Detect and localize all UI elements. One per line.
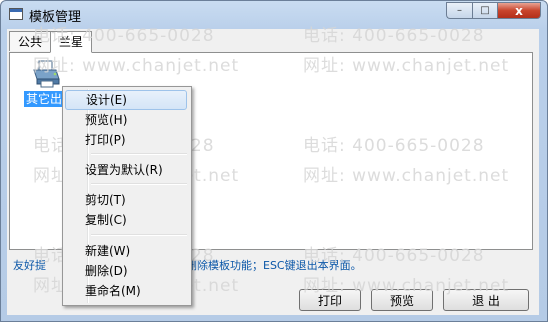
tab-strip: 公共 兰星 [9, 31, 93, 53]
title-bar[interactable]: 模板管理 – □ x [1, 1, 547, 29]
menu-item-set-default[interactable]: 设置为默认(R) [65, 160, 187, 180]
close-button[interactable]: x [497, 2, 541, 19]
maximize-button[interactable]: □ [472, 2, 497, 19]
menu-item-copy[interactable]: 复制(C) [65, 210, 187, 230]
preview-button[interactable]: 预览 [371, 289, 433, 311]
menu-separator [91, 153, 187, 155]
hint-text-left: 友好提 [13, 259, 46, 272]
menu-item-design[interactable]: 设计(E) [65, 90, 187, 110]
template-item-label[interactable]: 其它出 [24, 91, 65, 107]
tab-public[interactable]: 公共 [9, 31, 52, 51]
exit-button[interactable]: 退 出 [443, 289, 529, 311]
window-title: 模板管理 [29, 10, 82, 25]
menu-item-print[interactable]: 打印(P) [65, 130, 187, 150]
minimize-button[interactable]: – [446, 2, 472, 19]
window-controls: – □ x [446, 2, 541, 20]
menu-item-delete[interactable]: 删除(D) [65, 261, 187, 281]
menu-item-new[interactable]: 新建(W) [65, 241, 187, 261]
menu-separator [91, 183, 187, 185]
tab-lanxing[interactable]: 兰星 [50, 31, 93, 53]
print-button[interactable]: 打印 [299, 289, 361, 311]
window-app-icon [9, 8, 23, 20]
hint-text-right: 计、删除模板功能；ESC键退出本界面。 [164, 259, 362, 272]
context-menu: 设计(E) 预览(H) 打印(P) 设置为默认(R) 剪切(T) 复制(C) 新… [62, 86, 192, 306]
menu-item-cut[interactable]: 剪切(T) [65, 190, 187, 210]
menu-item-rename[interactable]: 重命名(M) [65, 281, 187, 301]
menu-item-preview[interactable]: 预览(H) [65, 110, 187, 130]
printer-template-icon[interactable] [30, 59, 62, 89]
menu-separator [91, 234, 187, 236]
